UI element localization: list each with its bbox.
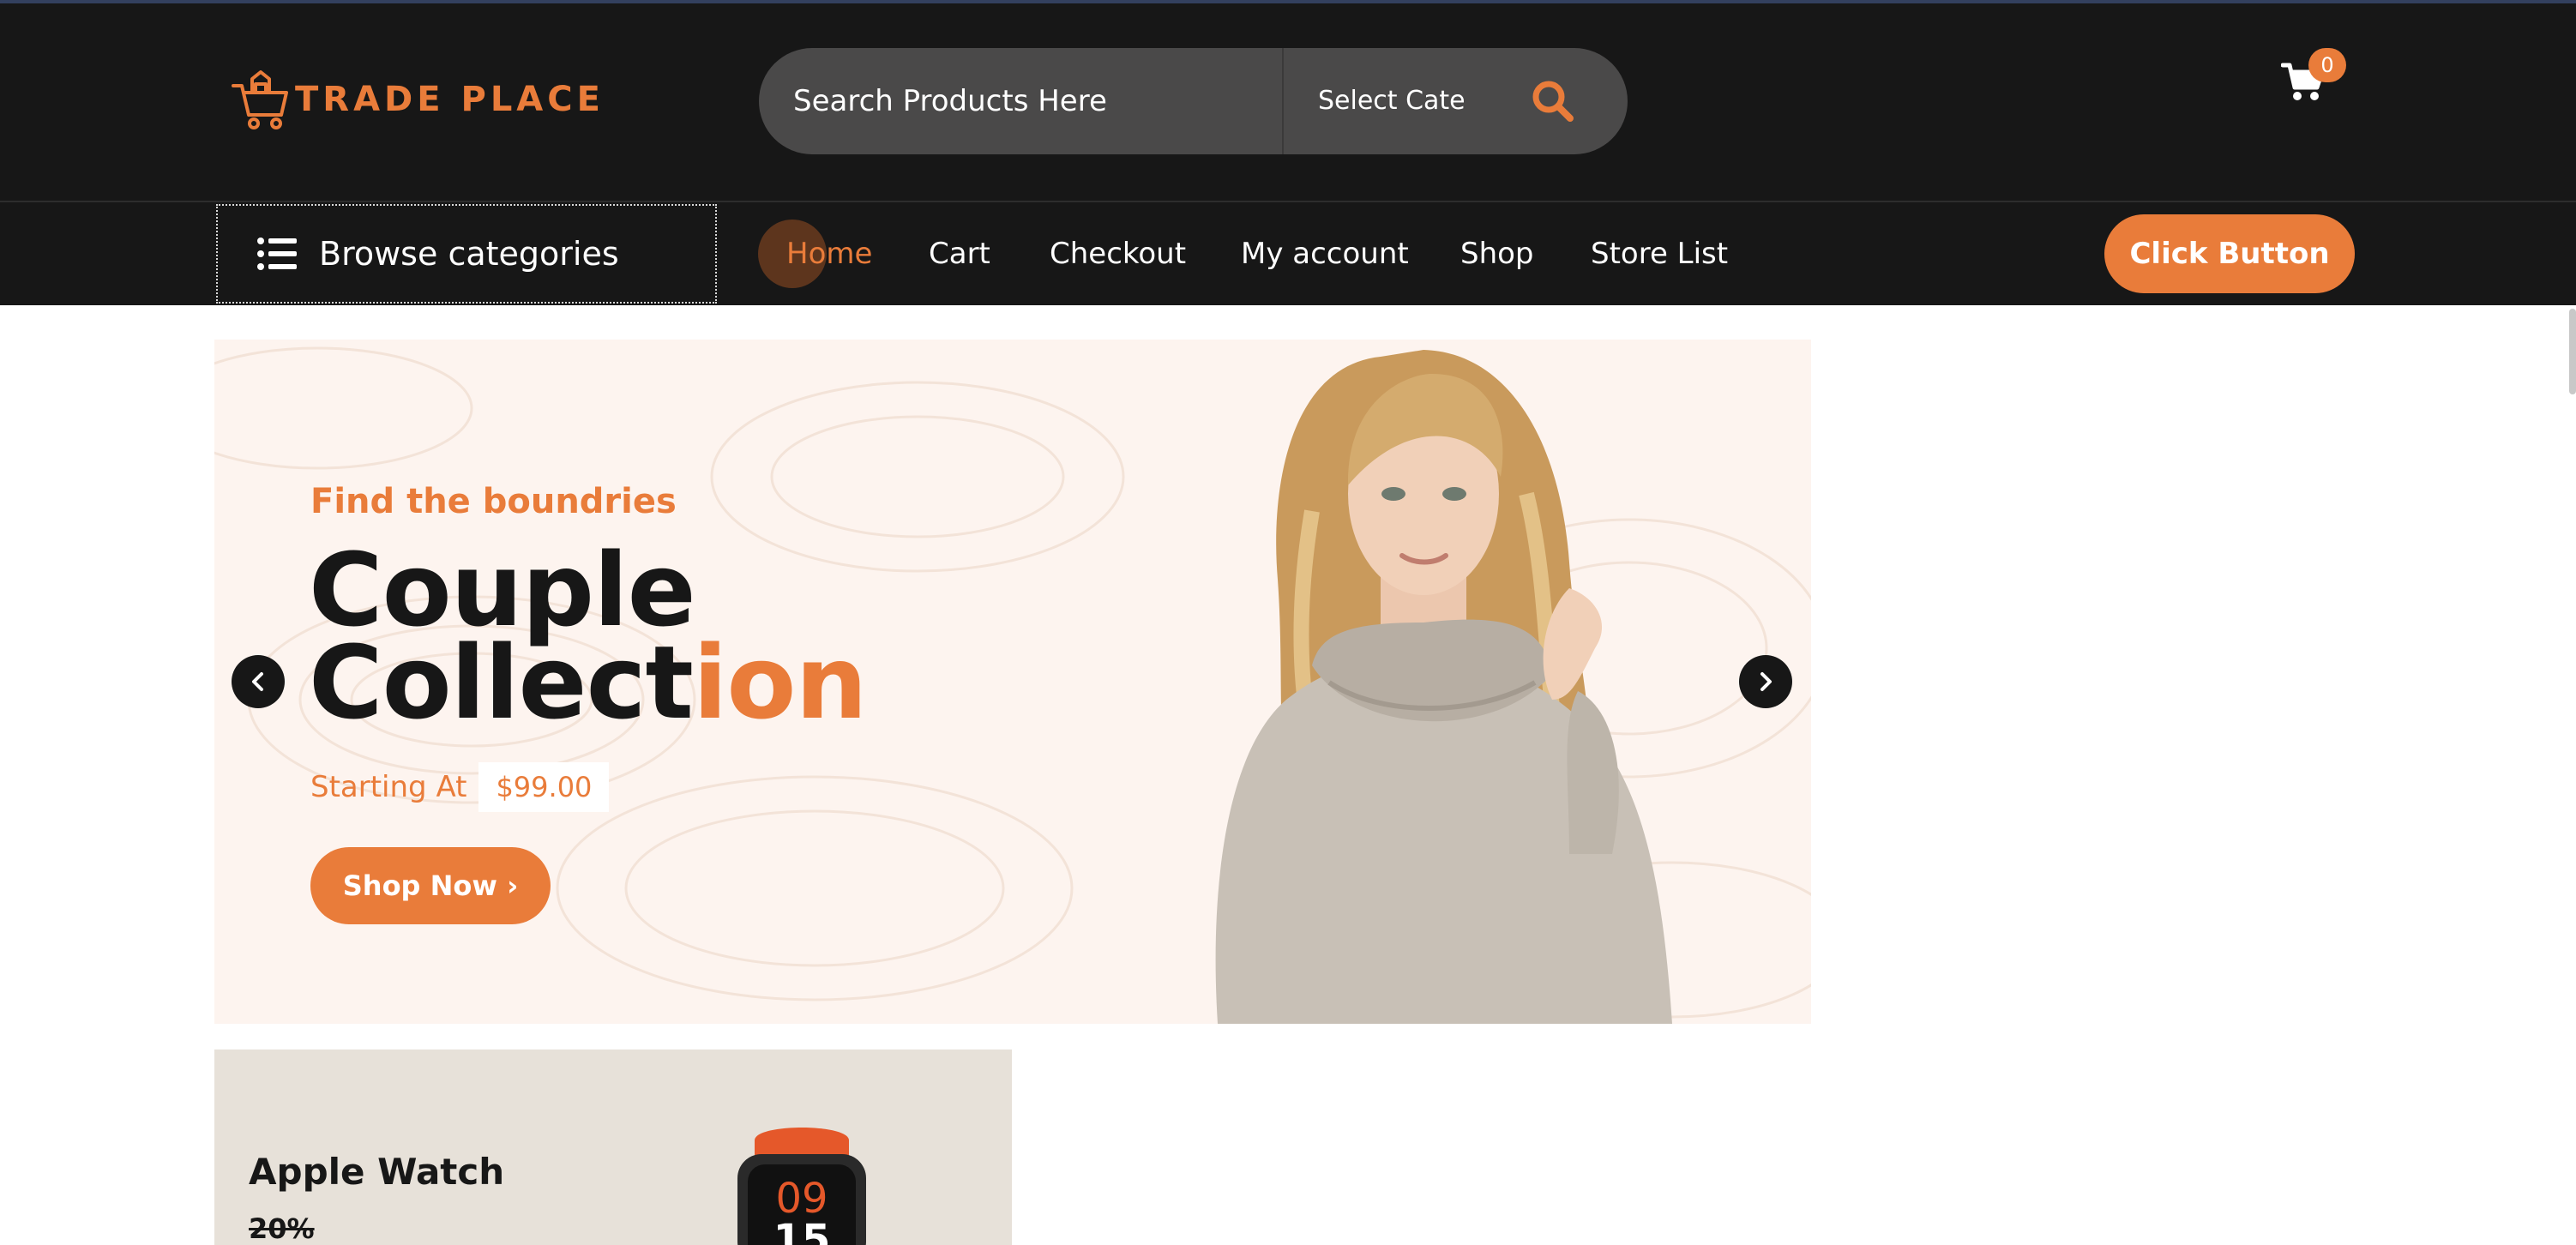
main-navigation: Browse categories Home Cart Checkout My … — [0, 202, 2576, 305]
nav-item-cart[interactable]: Cart — [929, 202, 990, 305]
promo-card-apple-watch[interactable]: Apple Watch 20% 09 15 — [214, 1050, 1012, 1245]
hero-subtitle: Find the boundries — [310, 482, 677, 521]
nav-item-my-account[interactable]: My account — [1241, 202, 1409, 305]
page-scrollbar[interactable] — [2569, 309, 2576, 394]
hero-price-label: Starting At — [310, 770, 467, 804]
hero-title-accent: ion — [692, 623, 868, 742]
chevron-right-icon — [1760, 672, 1772, 691]
browse-categories-button[interactable]: Browse categories — [216, 204, 717, 304]
slider-prev-button[interactable] — [232, 655, 285, 708]
chevron-right-small-icon: › — [507, 869, 519, 902]
search-icon — [1532, 81, 1574, 122]
search-button[interactable] — [1527, 77, 1579, 125]
hero-price: $99.00 — [478, 762, 610, 812]
click-button[interactable]: Click Button — [2104, 214, 2355, 293]
hero-title: Couple Collection — [309, 531, 867, 733]
category-select[interactable]: Select Cate — [1318, 82, 1469, 120]
nav-item-checkout[interactable]: Checkout — [1050, 202, 1186, 305]
hero-title-line-1: Couple — [309, 531, 696, 649]
cart-count-badge: 0 — [2308, 48, 2346, 82]
hero-title-line-2: Collection — [309, 632, 867, 733]
site-header: TRADE PLACE Select Cate 0 — [0, 3, 2576, 201]
watch-minutes: 15 — [773, 1216, 831, 1245]
model-photo — [1215, 350, 1672, 1024]
shop-now-label: Shop Now — [342, 869, 497, 902]
shop-now-button[interactable]: Shop Now › — [310, 847, 551, 924]
promo-discount: 20% — [249, 1212, 315, 1245]
hero-slider: Find the boundries Couple Collection Sta… — [214, 340, 1811, 1024]
nav-item-store-list[interactable]: Store List — [1591, 202, 1728, 305]
promo-title: Apple Watch — [249, 1151, 505, 1193]
browse-categories-label: Browse categories — [319, 235, 619, 273]
search-bar: Select Cate — [759, 48, 1628, 154]
shopping-basket-icon — [232, 70, 288, 129]
nav-item-home[interactable]: Home — [786, 202, 872, 305]
search-divider — [1282, 48, 1284, 154]
hero-title-main: Collect — [309, 623, 694, 742]
brand-logo[interactable]: TRADE PLACE — [230, 65, 605, 134]
slider-next-button[interactable] — [1739, 655, 1792, 708]
smartwatch-image: 09 15 — [737, 1128, 866, 1245]
brand-name: TRADE PLACE — [295, 80, 605, 119]
chevron-left-icon — [252, 672, 263, 691]
list-icon — [257, 238, 297, 270]
search-input[interactable] — [793, 48, 1248, 154]
nav-item-shop[interactable]: Shop — [1460, 202, 1534, 305]
hero-price-row: Starting At $99.00 — [310, 760, 610, 815]
